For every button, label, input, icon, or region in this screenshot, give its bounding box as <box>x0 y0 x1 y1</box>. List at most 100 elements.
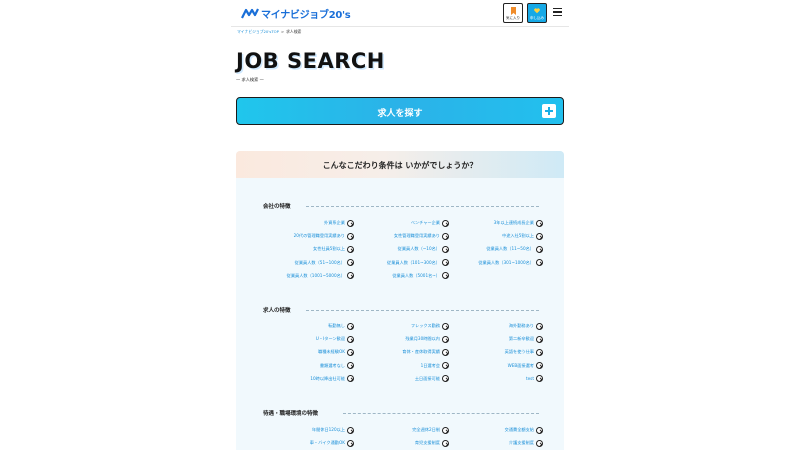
panel-heading: こんなこだわり条件は いかがでしょうか？ <box>236 151 564 178</box>
condition-link-label: 車・バイク通勤OK <box>309 440 345 446</box>
apply-button[interactable]: 申し込み <box>527 3 547 23</box>
condition-link[interactable]: WEB面接選考 <box>448 362 543 370</box>
condition-link[interactable]: 育休・産休取得実績 <box>354 348 449 356</box>
condition-link-label: 第二新卒歓迎 <box>508 336 534 342</box>
arrow-right-circle-icon <box>347 272 354 280</box>
arrow-right-circle-icon <box>536 335 543 343</box>
condition-link-label: 海外勤務あり <box>508 323 534 328</box>
condition-link-label: 20代の管理職登用実績あり <box>293 233 345 239</box>
condition-link-label: 従業員人数（~10名） <box>397 246 440 252</box>
condition-link[interactable]: 従業員人数（11~50名） <box>448 245 543 253</box>
condition-link[interactable]: 従業員人数（~10名） <box>354 245 449 253</box>
breadcrumb-home-link[interactable]: マイナビジョブ20'sTOP <box>237 29 279 34</box>
hamburger-menu-icon[interactable] <box>553 8 562 16</box>
condition-link-label: 従業員人数（5001名~） <box>392 272 440 278</box>
section-divider <box>343 413 539 414</box>
condition-link[interactable]: 残業月30時間以内 <box>354 335 449 343</box>
condition-link[interactable]: フレックス勤務 <box>354 322 449 330</box>
recommended-conditions-panel: こんなこだわり条件は いかがでしょうか？ 会社の特徴 求人の特徴 待遇・職場環境… <box>236 151 564 450</box>
condition-link[interactable]: 外資系企業 <box>259 219 354 227</box>
condition-link[interactable]: 従業員人数（101~300名） <box>354 259 449 267</box>
condition-link[interactable]: 中途入社5割以上 <box>448 232 543 240</box>
heart-icon <box>534 8 540 14</box>
condition-link[interactable]: 従業員人数（301~1000名） <box>448 259 543 267</box>
arrow-right-circle-icon <box>347 348 354 356</box>
condition-link[interactable]: 車・バイク通勤OK <box>259 439 354 447</box>
breadcrumb-current: 求人検索 <box>286 29 302 34</box>
condition-link[interactable]: 転勤無し <box>259 322 354 330</box>
arrow-right-circle-icon <box>347 322 354 330</box>
condition-link-label: 介護支援制度 <box>508 440 534 446</box>
condition-link-label: 従業員人数（11~50名） <box>486 246 534 252</box>
section-title: 待遇・職場環境の特徴 <box>263 411 319 417</box>
section-title: 求人の特徴 <box>263 308 291 314</box>
breadcrumb-separator: > <box>280 29 285 34</box>
condition-link[interactable]: 土日面接可能 <box>354 375 449 383</box>
section-divider <box>306 310 539 311</box>
condition-link-label: 残業月30時間以内 <box>405 336 440 342</box>
page-subtitle: — 求人検索 — <box>236 77 264 82</box>
condition-link[interactable]: 年間休日120以上 <box>259 426 354 434</box>
condition-link[interactable]: 介護支援制度 <box>448 439 543 447</box>
arrow-right-circle-icon <box>347 232 354 240</box>
condition-link[interactable]: 育児支援制度 <box>354 439 449 447</box>
arrow-right-circle-icon <box>536 245 543 253</box>
condition-link-label: 1日選考会 <box>420 362 440 368</box>
condition-link[interactable]: 従業員人数（5001名~） <box>354 272 449 280</box>
condition-link[interactable]: 1日選考会 <box>354 362 449 370</box>
condition-link[interactable]: 20代の管理職登用実績あり <box>259 232 354 240</box>
condition-link-label: test <box>525 376 534 382</box>
arrow-right-circle-icon <box>536 322 543 330</box>
condition-link-label: ベンチャー企業 <box>410 220 440 225</box>
condition-link[interactable]: 女性管理職登用実績あり <box>354 232 449 240</box>
breadcrumb: マイナビジョブ20'sTOP > 求人検索 <box>237 29 301 35</box>
condition-link[interactable]: 第二新卒歓迎 <box>448 335 543 343</box>
arrow-right-circle-icon <box>536 439 543 447</box>
condition-link[interactable]: U・Iターン歓迎 <box>259 335 354 343</box>
panel-heading-text: こんなこだわり条件は いかがでしょうか？ <box>322 161 478 170</box>
condition-link-label: 従業員人数（51~100名） <box>294 259 345 265</box>
favorites-label: 気に入り <box>506 16 520 20</box>
condition-link-label: 外資系企業 <box>324 220 345 225</box>
condition-link-label: 書類選考なし <box>319 362 345 368</box>
arrow-right-circle-icon <box>347 335 354 343</box>
condition-link-label: 中途入社5割以上 <box>502 233 534 239</box>
condition-link[interactable]: 従業員人数（1001~5000名） <box>259 272 354 280</box>
job-search-button[interactable]: 求人を探す <box>236 97 564 125</box>
arrow-right-circle-icon <box>347 375 354 383</box>
section-title: 会社の特徴 <box>263 204 291 210</box>
condition-link-label: 従業員人数（1001~5000名） <box>286 272 345 278</box>
arrow-right-circle-icon <box>347 439 354 447</box>
condition-link[interactable]: ベンチャー企業 <box>354 219 449 227</box>
logo-icon[interactable] <box>241 8 259 19</box>
condition-link-label: 従業員人数（101~300名） <box>387 259 440 265</box>
condition-link-label: 育休・産休取得実績 <box>402 349 440 355</box>
condition-link[interactable]: 交通費全額支給 <box>448 426 543 434</box>
condition-link-label: 女性社員5割以上 <box>313 246 345 252</box>
condition-link[interactable]: 書類選考なし <box>259 362 354 370</box>
condition-link[interactable]: 海外勤務あり <box>448 322 543 330</box>
section-divider <box>306 206 539 207</box>
condition-link[interactable]: 3年以上連続成長企業 <box>448 219 543 227</box>
condition-link[interactable]: 従業員人数（51~100名） <box>259 259 354 267</box>
condition-link[interactable]: 10時以降出社可能 <box>259 375 354 383</box>
condition-link[interactable]: 女性社員5割以上 <box>259 245 354 253</box>
condition-link[interactable]: 職種未経験OK <box>259 348 354 356</box>
condition-link-label: U・Iターン歓迎 <box>315 336 345 342</box>
condition-link-label: 転勤無し <box>328 323 345 328</box>
condition-link[interactable]: 完全週休2日制 <box>354 426 449 434</box>
condition-link-label: 交通費全額支給 <box>504 427 534 432</box>
arrow-right-circle-icon <box>536 219 543 227</box>
condition-link-label: 年間休日120以上 <box>311 427 345 432</box>
page-title: JOB SEARCH <box>236 49 385 73</box>
condition-link-label: 完全週休2日制 <box>412 427 440 432</box>
condition-link[interactable]: test <box>448 375 543 383</box>
arrow-right-circle-icon <box>347 362 354 370</box>
arrow-right-circle-icon <box>536 348 543 356</box>
arrow-right-circle-icon <box>536 259 543 267</box>
logo-text[interactable]: マイナビジョブ20's <box>261 6 351 21</box>
condition-link[interactable]: 英語を使う仕事 <box>448 348 543 356</box>
favorites-button[interactable]: 気に入り <box>503 3 523 23</box>
arrow-right-circle-icon <box>347 426 354 434</box>
condition-link-label: 10時以降出社可能 <box>310 375 345 381</box>
